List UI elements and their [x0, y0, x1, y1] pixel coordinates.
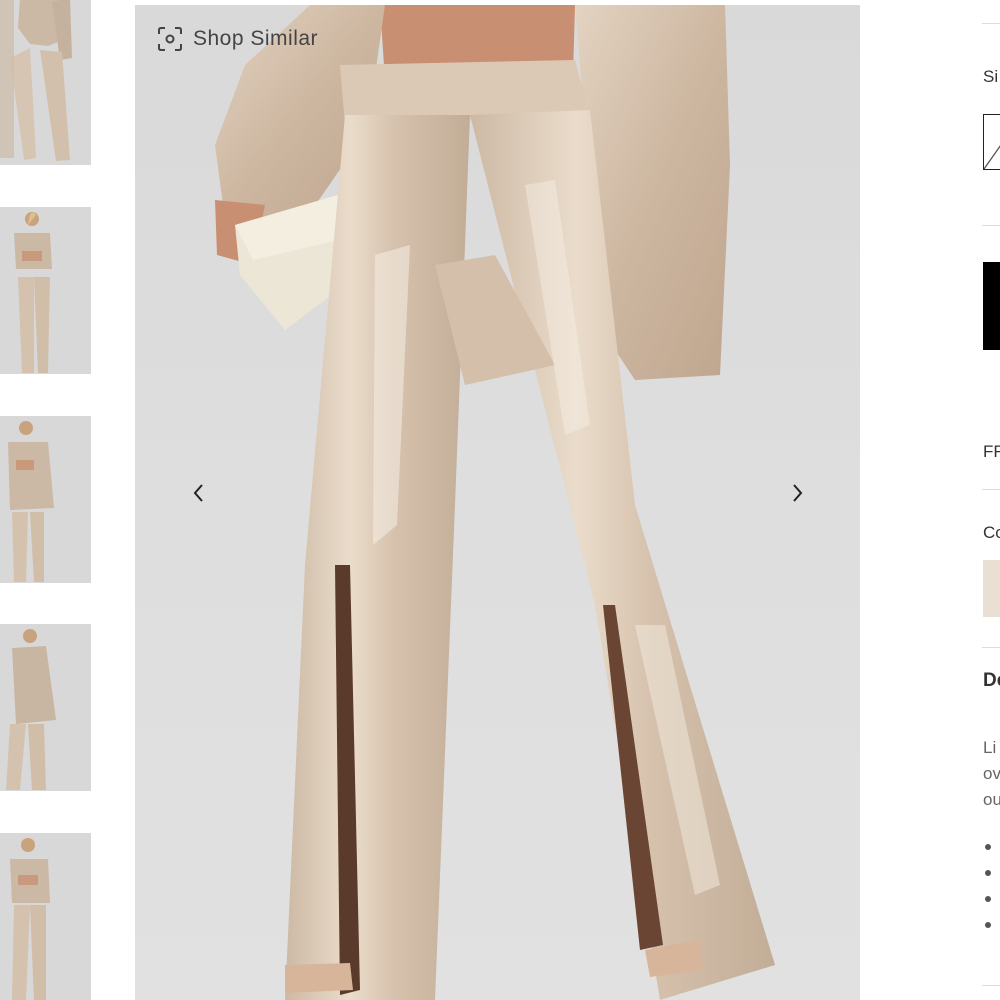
divider	[982, 489, 1000, 490]
main-product-image[interactable]: Shop Similar	[135, 5, 860, 1000]
previous-image-button[interactable]	[181, 475, 217, 511]
color-swatch[interactable]	[983, 560, 1000, 617]
color-label: Co	[983, 523, 1000, 542]
size-option-unavailable[interactable]	[983, 114, 1000, 170]
description-line-2: ov	[983, 764, 1000, 783]
shop-similar-button[interactable]: Shop Similar	[157, 23, 318, 55]
divider	[982, 23, 1000, 24]
add-to-bag-button[interactable]	[983, 262, 1000, 350]
bullet-point	[985, 896, 991, 902]
product-details-panel: Si FR Co De Li ov ou	[982, 0, 1000, 1000]
description-line-1: Li	[983, 738, 997, 757]
description-line-3: ou	[983, 790, 1000, 809]
thumbnail-1[interactable]	[0, 0, 91, 165]
thumbnail-4[interactable]	[0, 624, 91, 791]
bullet-point	[985, 844, 991, 850]
chevron-right-icon	[793, 484, 803, 502]
size-label: Si	[983, 67, 999, 86]
divider	[982, 225, 1000, 226]
bullet-point	[985, 870, 991, 876]
shop-similar-label: Shop Similar	[193, 27, 319, 50]
shipping-label: FR	[983, 442, 1000, 461]
next-image-button[interactable]	[779, 475, 815, 511]
chevron-left-icon	[193, 484, 203, 502]
thumbnail-list	[0, 0, 92, 1000]
divider	[982, 647, 1000, 648]
description-heading[interactable]: De	[983, 670, 1000, 692]
divider	[982, 985, 1000, 986]
bullet-point	[985, 922, 991, 928]
product-page: Shop Similar Si FR Co De Li ov ou	[0, 0, 1000, 1000]
thumbnail-5[interactable]	[0, 833, 91, 1000]
thumbnail-3[interactable]	[0, 416, 91, 583]
product-photo	[215, 5, 775, 1000]
thumbnail-2[interactable]	[0, 207, 91, 374]
scan-icon	[157, 26, 183, 52]
